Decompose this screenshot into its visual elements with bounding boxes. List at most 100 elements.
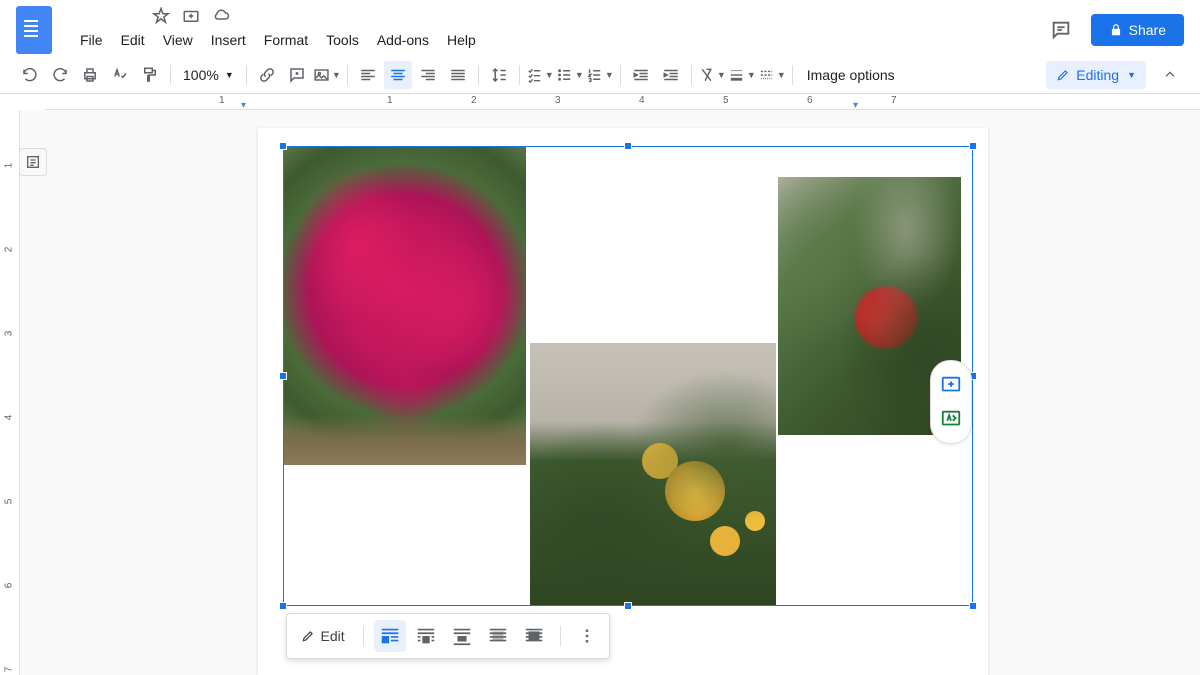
menu-edit[interactable]: Edit	[113, 28, 153, 52]
wrap-behind-icon[interactable]	[482, 620, 514, 652]
clear-formatting-icon[interactable]: ▼	[698, 61, 726, 89]
horizontal-ruler[interactable]: 1 ▾ 1 2 3 4 5 6 ▾ 7	[45, 94, 1200, 110]
ruler-mark: 3	[3, 331, 14, 337]
print-icon[interactable]	[76, 61, 104, 89]
paint-format-icon[interactable]	[136, 61, 164, 89]
border-weight-icon[interactable]: ▼	[728, 61, 756, 89]
selected-image[interactable]	[283, 146, 973, 606]
redo-icon[interactable]	[46, 61, 74, 89]
chevron-down-icon: ▼	[1127, 70, 1136, 80]
share-button[interactable]: Share	[1091, 14, 1184, 46]
vertical-ruler[interactable]: 1 2 3 4 5 6 7	[0, 110, 20, 675]
workspace: 1 2 3 4 5 6 7	[0, 110, 1200, 675]
menu-bar: File Edit View Insert Format Tools Add-o…	[72, 28, 1043, 52]
title-row	[72, 6, 1043, 26]
left-gutter	[20, 110, 45, 675]
ruler-mark: 7	[3, 667, 14, 673]
numbered-list-icon[interactable]: ▼	[586, 61, 614, 89]
editing-mode-button[interactable]: Editing ▼	[1046, 61, 1146, 89]
align-justify-icon[interactable]	[444, 61, 472, 89]
menu-addons[interactable]: Add-ons	[369, 28, 437, 52]
resize-handle[interactable]	[279, 602, 287, 610]
insert-image-icon[interactable]: ▼	[313, 61, 341, 89]
cloud-icon[interactable]	[212, 7, 230, 25]
suggest-edits-icon[interactable]	[937, 405, 965, 433]
page[interactable]: Edit	[258, 128, 988, 675]
title-icons	[152, 7, 230, 25]
edit-label: Edit	[321, 628, 345, 644]
increase-indent-icon[interactable]	[657, 61, 685, 89]
checklist-icon[interactable]: ▼	[526, 61, 554, 89]
ruler-mark: 1	[387, 95, 393, 106]
menu-format[interactable]: Format	[256, 28, 316, 52]
spellcheck-icon[interactable]	[106, 61, 134, 89]
move-icon[interactable]	[182, 7, 200, 25]
chevron-down-icon: ▼	[545, 70, 554, 80]
ruler-mark: 1	[3, 163, 14, 169]
wrap-inline-icon[interactable]	[374, 620, 406, 652]
chevron-down-icon: ▼	[575, 70, 584, 80]
menu-view[interactable]: View	[155, 28, 201, 52]
align-left-icon[interactable]	[354, 61, 382, 89]
border-dash-icon[interactable]: ▼	[758, 61, 786, 89]
ruler-mark: 2	[3, 247, 14, 253]
decrease-indent-icon[interactable]	[627, 61, 655, 89]
undo-icon[interactable]	[16, 61, 44, 89]
menu-tools[interactable]: Tools	[318, 28, 367, 52]
chevron-down-icon: ▼	[225, 70, 234, 80]
image-wrap-toolbar: Edit	[286, 613, 610, 659]
collapse-toolbar-icon[interactable]	[1156, 61, 1184, 89]
ruler-mark: 4	[639, 95, 645, 106]
side-actions	[930, 360, 972, 444]
ruler-mark: 1	[219, 95, 225, 106]
resize-handle[interactable]	[624, 602, 632, 610]
app-header: File Edit View Insert Format Tools Add-o…	[0, 0, 1200, 56]
photo-yellow-flowers	[530, 343, 776, 605]
toolbar: 100%▼ ▼ ▼ ▼ ▼ ▼ ▼ ▼ Image options Editin…	[0, 56, 1200, 94]
ruler-mark: 7	[891, 95, 897, 106]
header-right: Share	[1043, 12, 1184, 48]
header-main: File Edit View Insert Format Tools Add-o…	[72, 6, 1043, 52]
resize-handle[interactable]	[969, 142, 977, 150]
wrap-break-icon[interactable]	[446, 620, 478, 652]
image-options-button[interactable]: Image options	[799, 63, 903, 87]
canvas[interactable]: Edit	[45, 110, 1200, 675]
more-options-icon[interactable]	[571, 620, 603, 652]
share-label: Share	[1129, 22, 1166, 38]
resize-handle[interactable]	[969, 602, 977, 610]
align-right-icon[interactable]	[414, 61, 442, 89]
ruler-mark: 4	[3, 415, 14, 421]
wrap-text-icon[interactable]	[410, 620, 442, 652]
menu-insert[interactable]: Insert	[203, 28, 254, 52]
add-comment-icon[interactable]	[283, 61, 311, 89]
photo-pink-flowers	[284, 147, 526, 465]
menu-help[interactable]: Help	[439, 28, 484, 52]
chevron-down-icon: ▼	[332, 70, 341, 80]
menu-file[interactable]: File	[72, 28, 111, 52]
ruler-mark: 5	[723, 95, 729, 106]
resize-handle[interactable]	[279, 142, 287, 150]
chevron-down-icon: ▼	[777, 70, 786, 80]
resize-handle[interactable]	[279, 372, 287, 380]
comments-icon[interactable]	[1043, 12, 1079, 48]
star-icon[interactable]	[152, 7, 170, 25]
ruler-mark: 6	[807, 95, 813, 106]
line-spacing-icon[interactable]	[485, 61, 513, 89]
docs-logo-icon[interactable]	[16, 6, 52, 54]
ruler-mark: 2	[471, 95, 477, 106]
bulleted-list-icon[interactable]: ▼	[556, 61, 584, 89]
chevron-down-icon: ▼	[717, 70, 726, 80]
edit-image-button[interactable]: Edit	[293, 624, 353, 648]
outline-icon[interactable]	[19, 148, 47, 176]
ruler-mark: 3	[555, 95, 561, 106]
ruler-mark: 6	[3, 583, 14, 589]
add-comment-side-icon[interactable]	[937, 371, 965, 399]
resize-handle[interactable]	[624, 142, 632, 150]
zoom-select[interactable]: 100%▼	[177, 63, 240, 87]
wrap-front-icon[interactable]	[518, 620, 550, 652]
align-center-icon[interactable]	[384, 61, 412, 89]
ruler-mark: 5	[3, 499, 14, 505]
link-icon[interactable]	[253, 61, 281, 89]
chevron-down-icon: ▼	[747, 70, 756, 80]
chevron-down-icon: ▼	[605, 70, 614, 80]
